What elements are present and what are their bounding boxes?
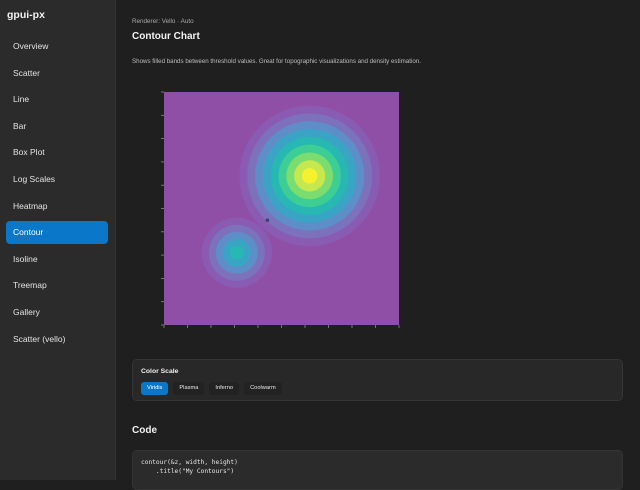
- code-line: contour(&z, width, height): [141, 459, 238, 466]
- color-scale-inferno-button[interactable]: Inferno: [209, 382, 240, 395]
- code-line: .title("My Contours"): [141, 468, 235, 475]
- hover-marker: [265, 218, 270, 222]
- renderer-label: Renderer: Vello · Auto: [132, 18, 194, 25]
- sidebar-item-overview[interactable]: Overview: [6, 35, 108, 58]
- sidebar-item-heatmap[interactable]: Heatmap: [6, 195, 108, 218]
- sidebar-nav: Overview Scatter Line Bar Box Plot Log S…: [6, 35, 108, 354]
- contour-band: [301, 168, 318, 184]
- sidebar-item-isoline[interactable]: Isoline: [6, 248, 108, 271]
- code-heading: Code: [132, 425, 157, 436]
- sidebar-item-scatter-vello[interactable]: Scatter (vello): [6, 328, 108, 351]
- contour-band: [229, 245, 244, 260]
- contour-chart: [161, 91, 400, 328]
- color-scale-options: Viridis Plasma Inferno Coolwarm: [141, 382, 287, 395]
- sidebar-item-bar[interactable]: Bar: [6, 115, 108, 138]
- color-scale-plasma-button[interactable]: Plasma: [173, 382, 205, 395]
- sidebar-item-contour[interactable]: Contour: [6, 221, 108, 244]
- sidebar-item-box-plot[interactable]: Box Plot: [6, 141, 108, 164]
- sidebar-item-scatter[interactable]: Scatter: [6, 62, 108, 85]
- sidebar: gpui-px Overview Scatter Line Bar Box Pl…: [0, 0, 116, 480]
- app-title: gpui-px: [7, 9, 45, 21]
- sidebar-item-treemap[interactable]: Treemap: [6, 274, 108, 297]
- color-scale-viridis-button[interactable]: Viridis: [141, 382, 169, 395]
- color-scale-coolwarm-button[interactable]: Coolwarm: [244, 382, 282, 395]
- page-description: Shows filled bands between threshold val…: [132, 58, 421, 65]
- sidebar-item-log-scales[interactable]: Log Scales: [6, 168, 108, 191]
- sidebar-item-line[interactable]: Line: [6, 88, 108, 111]
- code-block: contour(&z, width, height) .title("My Co…: [132, 450, 623, 490]
- page-title: Contour Chart: [132, 31, 200, 42]
- color-scale-title: Color Scale: [141, 368, 179, 375]
- color-scale-card: Color Scale Viridis Plasma Inferno Coolw…: [132, 359, 623, 401]
- main-content: Renderer: Vello · Auto Contour Chart Sho…: [116, 0, 640, 490]
- sidebar-item-gallery[interactable]: Gallery: [6, 301, 108, 324]
